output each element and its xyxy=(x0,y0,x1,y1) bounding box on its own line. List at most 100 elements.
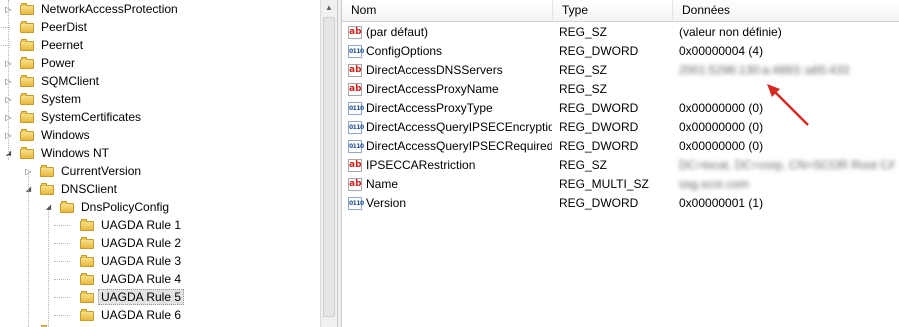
tree-node[interactable]: ▷ CurrentVersion xyxy=(24,162,144,180)
tree-node-label: SQMClient xyxy=(41,74,100,88)
value-type: REG_DWORD xyxy=(559,120,639,134)
value-type: REG_SZ xyxy=(559,63,608,77)
value-row[interactable]: DirectAccessQueryIPSECRequired REG_DWORD 0… xyxy=(342,137,899,156)
tree-node[interactable]: UAGDA Rule 3 xyxy=(64,252,184,270)
value-name: IPSECCARestriction xyxy=(366,158,476,172)
scroll-thumb[interactable] xyxy=(323,17,335,317)
tree-node[interactable]: PeerDist xyxy=(4,18,90,36)
folder-icon xyxy=(80,309,94,321)
value-data: 0x00000004 (4) xyxy=(679,44,764,58)
string-value-icon xyxy=(348,80,362,99)
string-value-icon xyxy=(348,156,362,175)
tree-node-partial[interactable] xyxy=(40,322,58,327)
tree-node[interactable]: ◢ Windows NT xyxy=(4,144,112,162)
folder-icon xyxy=(20,93,34,105)
value-row[interactable]: Name REG_MULTI_SZ ssg.scor.com xyxy=(342,175,899,194)
value-type: REG_MULTI_SZ xyxy=(559,177,649,191)
value-type: REG_SZ xyxy=(559,25,608,39)
value-row[interactable]: DirectAccessQueryIPSECEncryption REG_DWOR… xyxy=(342,118,899,137)
column-header-name[interactable]: Nom xyxy=(342,0,553,21)
tree-node[interactable]: UAGDA Rule 6 xyxy=(64,306,184,324)
value-row[interactable]: DirectAccessProxyName REG_SZ xyxy=(342,80,899,99)
tree-connector-line xyxy=(54,225,70,226)
value-name: DirectAccessQueryIPSECEncryption xyxy=(366,120,552,134)
tree-connector-line xyxy=(54,297,70,298)
value-row[interactable]: IPSECCARestriction REG_SZ DC=local, DC=cor… xyxy=(342,156,899,175)
tree-node[interactable]: ◢ DnsPolicyConfig xyxy=(44,198,172,216)
folder-icon xyxy=(40,165,54,177)
value-type: REG_DWORD xyxy=(559,44,639,58)
value-name: (par défaut) xyxy=(366,25,429,39)
tree-node[interactable]: UAGDA Rule 4 xyxy=(64,270,184,288)
value-row[interactable]: Version REG_DWORD 0x00000001 (1) xyxy=(342,194,899,213)
tree-connector-line xyxy=(54,243,70,244)
value-data: 0x00000000 (0) xyxy=(679,101,764,115)
tree-node[interactable]: ▷ SystemCertificates xyxy=(4,108,144,126)
tree-node-label: Windows NT xyxy=(41,146,110,160)
tree-guide-line xyxy=(8,0,9,160)
tree-node[interactable]: ▷ Power xyxy=(4,54,78,72)
folder-icon xyxy=(40,183,54,195)
folder-icon xyxy=(20,3,34,15)
value-type: REG_DWORD xyxy=(559,139,639,153)
value-row[interactable]: DirectAccessProxyType REG_DWORD 0x00000000… xyxy=(342,99,899,118)
value-data: (valeur non définie) xyxy=(679,25,782,39)
tree-node[interactable]: ▷ System xyxy=(4,90,84,108)
value-name: ConfigOptions xyxy=(366,44,443,58)
value-data: ssg.scor.com xyxy=(679,177,750,191)
value-name: DirectAccessProxyName xyxy=(366,82,499,96)
string-value-icon xyxy=(348,23,362,42)
dword-value-icon xyxy=(348,194,364,213)
tree-node-label: DnsPolicyConfig xyxy=(81,200,170,214)
tree-connector-line xyxy=(54,261,70,262)
tree-node-label: UAGDA Rule 3 xyxy=(101,254,182,268)
scroll-up-icon[interactable]: ▲ xyxy=(325,3,333,12)
value-name: DirectAccessQueryIPSECRequired xyxy=(366,139,552,153)
value-row[interactable]: DirectAccessDNSServers REG_SZ 2001:5296:13… xyxy=(342,61,899,80)
folder-icon xyxy=(20,129,34,141)
folder-icon xyxy=(20,21,34,33)
value-data: 2001:5296:130:a:4893::a65:433 xyxy=(679,63,850,77)
tree-scrollbar[interactable]: ▲ xyxy=(320,0,337,327)
tree-node-label: NetworkAccessProtection xyxy=(41,2,178,16)
folder-icon xyxy=(80,219,94,231)
tree-node[interactable]: ◢ DNSClient xyxy=(24,180,120,198)
value-type: REG_DWORD xyxy=(559,101,639,115)
value-name: Version xyxy=(366,196,407,210)
folder-icon xyxy=(20,39,34,51)
folder-icon xyxy=(20,147,34,159)
tree-guide-line xyxy=(28,170,29,327)
values-list[interactable]: Nom Type Données (par défaut) REG_SZ (vale… xyxy=(342,0,899,327)
tree-node-label: Peernet xyxy=(41,38,84,52)
tree-node-label: UAGDA Rule 4 xyxy=(101,272,182,286)
dword-value-icon xyxy=(348,118,364,137)
value-data: DC=local, DC=corp, CN=SCOR Root CA xyxy=(679,158,894,172)
value-type: REG_DWORD xyxy=(559,196,639,210)
tree-node-label: Windows xyxy=(41,128,90,142)
folder-icon xyxy=(80,291,94,303)
tree-node[interactable]: ▷ SQMClient xyxy=(4,72,102,90)
tree-node-label: UAGDA Rule 5 xyxy=(98,289,185,305)
value-name: DirectAccessDNSServers xyxy=(366,63,503,77)
tree-node[interactable]: ▷ Windows xyxy=(4,126,93,144)
value-data: 0x00000000 (0) xyxy=(679,139,764,153)
tree-node[interactable]: UAGDA Rule 2 xyxy=(64,234,184,252)
tree-node[interactable]: ▷ NetworkAccessProtection xyxy=(4,0,181,18)
column-header-data[interactable]: Données xyxy=(673,0,899,21)
dword-value-icon xyxy=(348,99,364,118)
column-header-type[interactable]: Type xyxy=(553,0,673,21)
dword-value-icon xyxy=(348,42,364,61)
folder-icon xyxy=(80,273,94,285)
value-row[interactable]: ConfigOptions REG_DWORD 0x00000004 (4) xyxy=(342,42,899,61)
tree-node[interactable]: UAGDA Rule 5 xyxy=(64,288,185,306)
folder-icon xyxy=(20,111,34,123)
value-row[interactable]: (par défaut) REG_SZ (valeur non définie) xyxy=(342,23,899,42)
folder-icon xyxy=(80,237,94,249)
registry-tree[interactable]: ▷ NetworkAccessProtection PeerDist Peernet ▷… xyxy=(0,0,320,327)
tree-node-label: SystemCertificates xyxy=(41,110,142,124)
tree-guide-line xyxy=(48,210,49,327)
tree-node[interactable]: Peernet xyxy=(4,36,86,54)
tree-node[interactable]: UAGDA Rule 1 xyxy=(64,216,184,234)
tree-connector-line xyxy=(54,315,70,316)
list-header: Nom Type Données xyxy=(342,0,899,22)
